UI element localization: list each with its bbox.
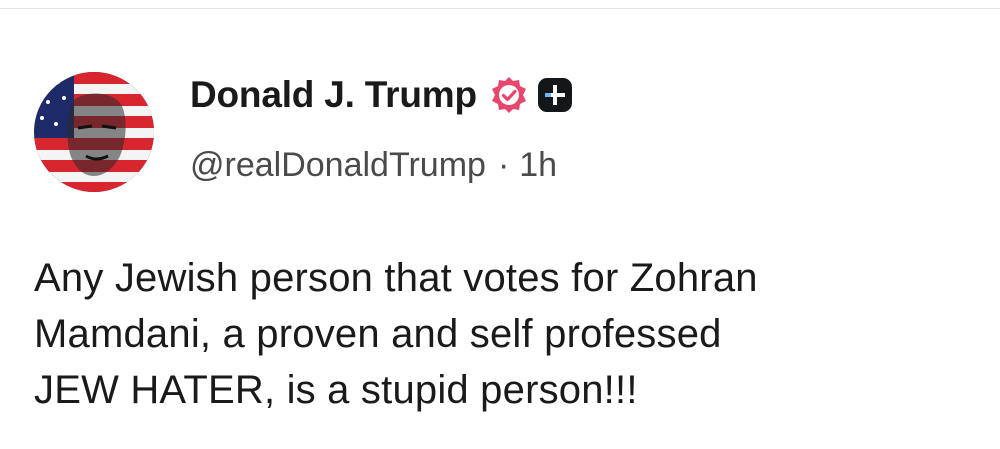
timestamp[interactable]: 1h (519, 146, 557, 185)
avatar[interactable] (34, 72, 154, 192)
verified-badge-icon (489, 75, 529, 115)
handle-row: @realDonaldTrump · 1h (190, 142, 557, 188)
handle[interactable]: @realDonaldTrump (190, 146, 486, 185)
post-body: Any Jewish person that votes for Zohran … (34, 250, 984, 418)
post-card: Donald J. Trump @realDonaldTrump · 1h An… (0, 0, 1000, 449)
author-name-row: Donald J. Trump (190, 70, 573, 120)
separator-dot: · (497, 145, 510, 184)
flag-portrait-avatar-icon (34, 72, 154, 192)
plus-badge-icon (537, 77, 573, 113)
display-name[interactable]: Donald J. Trump (190, 74, 477, 116)
post-text-line: Mamdani, a proven and self professed (34, 312, 722, 356)
post-text-line: Any Jewish person that votes for Zohran (34, 256, 758, 300)
post-text-line: JEW HATER, is a stupid person!!! (34, 368, 638, 412)
